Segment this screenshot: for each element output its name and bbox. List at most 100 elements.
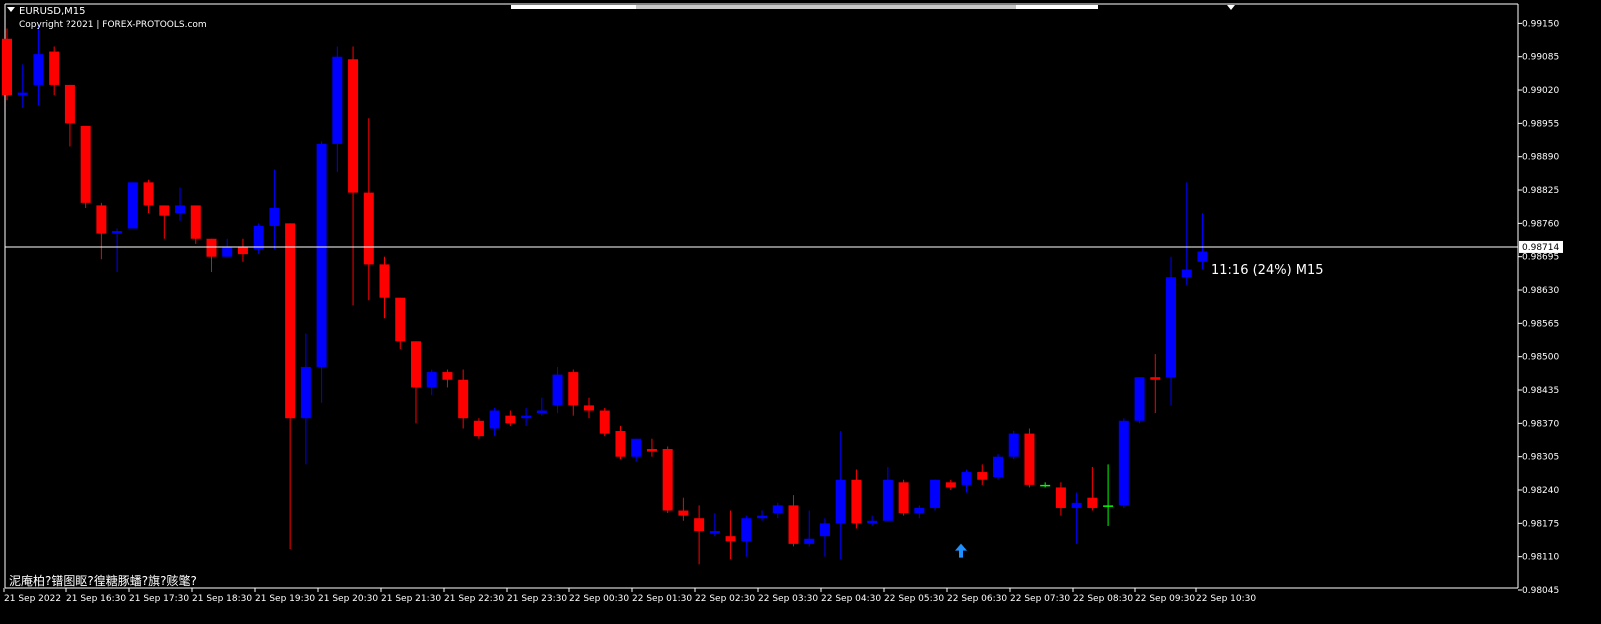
price-tick-label: 0.98500 [1522, 353, 1559, 363]
candle-body [819, 523, 830, 537]
symbol-dropdown-icon[interactable] [7, 7, 15, 12]
price-axis[interactable]: 0.99150 0.99085 0.99020 0.98955 0.98890 0.988… [1518, 19, 1559, 596]
buy-signal-arrow-icon[interactable] [955, 543, 967, 558]
candle-body [253, 225, 264, 250]
candle-body [127, 182, 138, 229]
candle-body [867, 520, 878, 524]
candle-body [143, 182, 154, 206]
price-tick-label: 0.98175 [1522, 519, 1559, 529]
time-tick-label: 22 Sep 06:30 [947, 594, 1007, 604]
candles-layer [2, 25, 1208, 565]
candle-body [17, 92, 28, 96]
price-tick-label: 0.99020 [1522, 86, 1559, 96]
candle-body [206, 238, 217, 257]
candle-body [1040, 484, 1051, 487]
time-axis[interactable]: 21 Sep 2022 21 Sep 16:30 21 Sep 17:30 21 Se… [3, 588, 1256, 604]
candle-body [159, 205, 170, 216]
candle-body [473, 420, 484, 437]
time-tick-label: 21 Sep 23:30 [507, 594, 567, 604]
chart-shift-marker-icon[interactable] [1227, 5, 1235, 10]
candle-body [316, 143, 327, 367]
candle-body [835, 479, 846, 524]
candle-body [536, 410, 547, 414]
candle-body [1181, 269, 1192, 278]
candle-body [505, 415, 516, 424]
price-tick-label: 0.98695 [1522, 253, 1559, 263]
price-tick-label: 0.98045 [1522, 586, 1559, 596]
candle-body [96, 205, 107, 234]
candle-body [725, 536, 736, 542]
time-tick-label: 21 Sep 16:30 [66, 594, 126, 604]
candle-body [49, 51, 60, 85]
candle-body [395, 297, 406, 342]
candle-body [410, 341, 421, 388]
copyright-text: Copyright ?2021 | FOREX-PROTOOLS.com [19, 20, 207, 30]
candle-body [1134, 377, 1145, 421]
candle-body [631, 438, 642, 457]
candle-body [237, 246, 248, 255]
candle-body [882, 479, 893, 521]
candle-body [379, 264, 390, 298]
candle-body [332, 56, 343, 144]
candle-body [1024, 433, 1035, 485]
candle-body [112, 231, 123, 234]
candle-body [1103, 505, 1114, 507]
price-tick-label: 0.98630 [1522, 286, 1559, 296]
candle-body [64, 84, 75, 124]
price-tick-label: 0.98240 [1522, 486, 1559, 496]
candle-body [1087, 497, 1098, 508]
candle-body [521, 415, 532, 419]
candle-body [1150, 377, 1161, 380]
price-tick-label: 0.98760 [1522, 219, 1559, 229]
candle-body [222, 246, 233, 257]
time-tick-label: 21 Sep 17:30 [129, 594, 189, 604]
chart-frame [4, 3, 1519, 589]
time-tick-label: 21 Sep 21:30 [381, 594, 441, 604]
candle-body [348, 59, 359, 193]
candle-body [615, 431, 626, 457]
candle-body [961, 472, 972, 485]
candle-body [1055, 487, 1066, 508]
symbol-label[interactable]: EURUSD,M15 [19, 6, 85, 18]
price-tick-label: 0.98955 [1522, 119, 1559, 129]
scroll-strip-thumb[interactable] [636, 5, 1016, 9]
time-tick-label: 22 Sep 05:30 [884, 594, 944, 604]
overlay-layer: 0.98714 [5, 240, 1563, 558]
time-tick-label: 22 Sep 00:30 [569, 594, 629, 604]
candle-body [914, 507, 925, 514]
price-tick-label: 0.99085 [1522, 53, 1559, 63]
candle-body [80, 125, 91, 203]
candle-body [300, 366, 311, 419]
candle-body [1071, 502, 1082, 508]
candle-body [1008, 433, 1019, 457]
candle-body [1118, 420, 1129, 506]
candle-body [851, 479, 862, 524]
indicator-footer-text: 泥庵柏?镨图眍?徨糖豚蟠?旗?赅氅? [9, 574, 197, 588]
candle-body [599, 410, 610, 434]
time-tick-label: 21 Sep 18:30 [192, 594, 252, 604]
candle-body [489, 410, 500, 429]
time-tick-label: 22 Sep 04:30 [821, 594, 881, 604]
time-tick-label: 22 Sep 01:30 [632, 594, 692, 604]
chart-scroll-strip[interactable] [511, 5, 1098, 9]
candle-body [2, 38, 12, 96]
time-tick-label: 22 Sep 09:30 [1135, 594, 1195, 604]
price-tick-label: 0.98370 [1522, 419, 1559, 429]
candle-body [772, 505, 783, 514]
candle-body [568, 372, 579, 406]
time-tick-label: 21 Sep 2022 [4, 594, 61, 604]
candle-body [992, 456, 1003, 478]
price-tick-label: 0.99150 [1522, 19, 1559, 29]
candle-body [269, 207, 280, 226]
price-tick-label: 0.98825 [1522, 186, 1559, 196]
candle-body [190, 205, 201, 239]
candle-body [694, 518, 705, 532]
candle-body [458, 379, 469, 419]
price-chart[interactable]: 0.99150 0.99085 0.99020 0.98955 0.98890 0.988… [0, 0, 1601, 624]
candle-body [1166, 277, 1177, 378]
candle-body [426, 372, 437, 388]
time-tick-label: 21 Sep 22:30 [444, 594, 504, 604]
candle-body [945, 482, 956, 488]
candle-timer-label: 11:16 (24%) M15 [1211, 263, 1324, 278]
chart-window[interactable]: 0.99150 0.99085 0.99020 0.98955 0.98890 0.988… [0, 0, 1601, 624]
